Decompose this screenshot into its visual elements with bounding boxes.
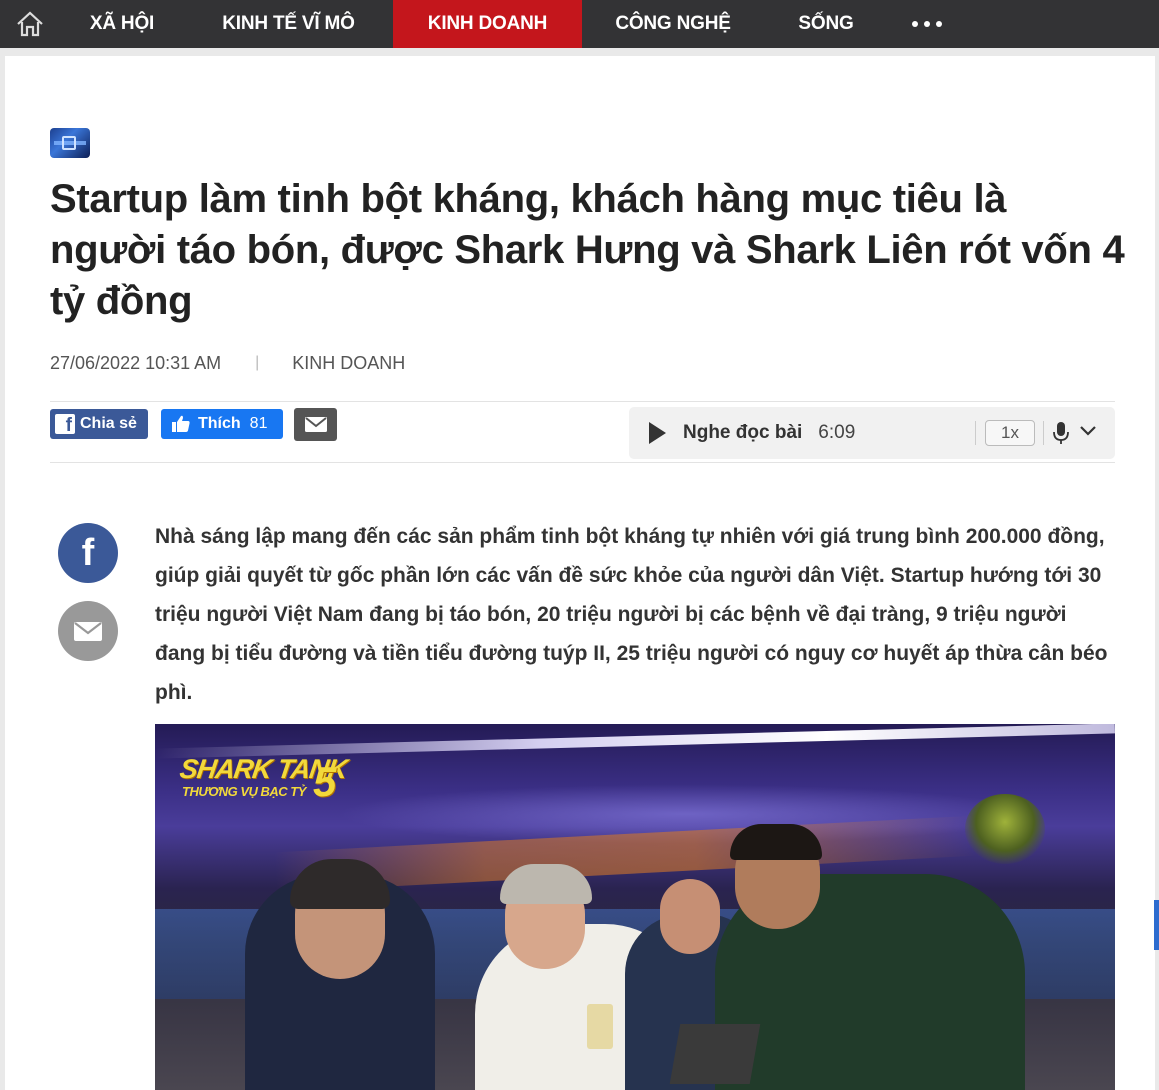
facebook-icon: f xyxy=(81,531,95,574)
nav-item-song[interactable]: SỐNG xyxy=(764,0,888,48)
email-share-circle-button[interactable] xyxy=(58,601,118,661)
share-bar: Chia sẻ Thích 81 xyxy=(50,407,337,441)
play-icon[interactable] xyxy=(649,422,666,444)
mail-icon xyxy=(74,621,102,641)
audio-player: Nghe đọc bài 6:09 1x xyxy=(629,407,1115,459)
audio-duration: 6:09 xyxy=(818,422,856,443)
facebook-icon xyxy=(55,414,75,437)
nav-item-kinh-te-vi-mo[interactable]: KINH TẾ VĨ MÔ xyxy=(184,0,393,48)
divider xyxy=(50,401,1115,402)
show-logo-subtitle: THƯƠNG VỤ BẠC TỶ xyxy=(182,784,306,799)
more-dots-icon[interactable] xyxy=(888,0,962,48)
article-title: Startup làm tinh bột kháng, khách hàng m… xyxy=(50,177,1125,323)
microphone-icon[interactable] xyxy=(1053,421,1069,445)
like-count: 81 xyxy=(249,415,268,432)
top-navigation: XÃ HỘI KINH TẾ VĨ MÔ KINH DOANH CÔNG NGH… xyxy=(0,0,1159,48)
divider xyxy=(50,462,1115,463)
nav-item-cong-nghe[interactable]: CÔNG NGHỆ xyxy=(582,0,764,48)
playback-speed-button[interactable]: 1x xyxy=(985,420,1035,446)
category-thumbnail-icon[interactable] xyxy=(50,128,90,158)
article-meta: 27/06/2022 10:31 AM | KINH DOANH xyxy=(50,352,405,374)
article-lead: Nhà sáng lập mang đến các sản phẩm tinh … xyxy=(155,525,1108,704)
home-icon[interactable] xyxy=(0,0,60,48)
article-date: 27/06/2022 10:31 AM xyxy=(50,352,222,373)
article-card: Startup làm tinh bột kháng, khách hàng m… xyxy=(5,56,1155,1090)
article-category[interactable]: KINH DOANH xyxy=(292,353,405,374)
nav-item-xa-hoi[interactable]: XÃ HỘI xyxy=(60,0,184,48)
like-label: Thích xyxy=(198,415,241,432)
mail-icon xyxy=(304,416,327,432)
facebook-share-label: Chia sẻ xyxy=(80,415,137,432)
scrollbar-thumb[interactable] xyxy=(1154,900,1159,950)
facebook-share-button[interactable]: Chia sẻ xyxy=(50,409,148,439)
audio-label: Nghe đọc bài xyxy=(683,422,803,443)
show-logo-number: 5 xyxy=(313,758,337,805)
article-photo[interactable]: SHARK TANK THƯƠNG VỤ BẠC TỶ 5 xyxy=(155,724,1115,1090)
meta-separator: | xyxy=(255,354,260,371)
chevron-down-icon[interactable] xyxy=(1079,425,1097,437)
email-share-button[interactable] xyxy=(294,407,337,441)
facebook-like-button[interactable]: Thích 81 xyxy=(161,409,283,439)
divider xyxy=(975,421,976,445)
thumbs-up-icon xyxy=(172,415,190,432)
facebook-share-circle-button[interactable]: f xyxy=(58,523,118,583)
nav-item-kinh-doanh[interactable]: KINH DOANH xyxy=(393,0,582,48)
divider xyxy=(1043,421,1044,445)
